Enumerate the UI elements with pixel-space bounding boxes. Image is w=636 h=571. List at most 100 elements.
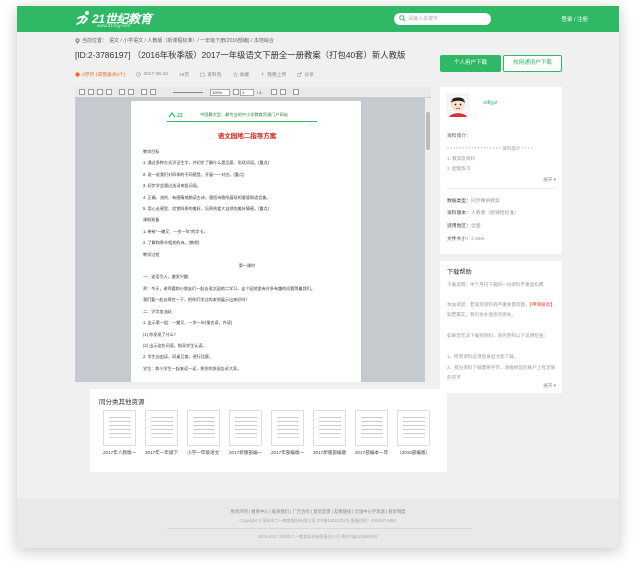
info-row: 文件大小：4.86M (447, 235, 484, 242)
related-item[interactable]: 小学一年级语文下册复习资料 (187, 410, 220, 456)
expand-intro-link[interactable]: 展开 ▾ (543, 177, 556, 183)
browser-frame: 21世纪教育 www.21cnjy.com 登录 / 注册 当前位置： 语文 /… (17, 6, 619, 548)
related-thumbnail[interactable] (313, 410, 346, 446)
intro-label: 资料简介： (447, 134, 471, 139)
related-resources: 同分类其他资源 2017年人教版一年级语文 2017年一年级下册语文知识点归纳 小学… (90, 389, 447, 472)
favorite-button[interactable]: 收藏 (232, 71, 250, 78)
favorite-label: 收藏 (239, 73, 250, 78)
school-download-button[interactable]: 校网通用户下载 (503, 55, 562, 72)
related-label[interactable]: 2017部编本一年级语文 (355, 449, 388, 456)
site-logo[interactable]: 21世纪教育 www.21cnjy.com (75, 9, 152, 29)
upload-button[interactable]: 我要上传 (260, 71, 286, 78)
related-thumbnail[interactable] (271, 410, 304, 446)
related-label[interactable]: 2017年一年级下册语文知识点归纳 (145, 449, 178, 456)
page-line: 2. 了解和季节相关的诗。(教师) (143, 240, 200, 246)
related-label[interactable]: 2017新版部编一年级下册 (229, 449, 262, 456)
page-line: 2. 说一说我们对四季的不同感受。开展一一对应。(重点) (143, 171, 245, 177)
related-list: 2017年人教版一年级语文 2017年一年级下册语文知识点归纳 小学一年级语文下册复… (103, 410, 430, 456)
zoom-level-field[interactable]: 100% (210, 89, 230, 96)
login-link[interactable]: 登录 (561, 17, 572, 23)
info-row: 数据类型：同步精讲教案 (447, 197, 500, 204)
expand-help-link[interactable]: 展开 ▾ (543, 383, 556, 389)
single-page-icon[interactable] (97, 89, 103, 95)
footer-links[interactable]: 免责声明 | 教育中心 | 联系我们 | 广告合作 | 意见反馈 | 友情链接 … (17, 509, 619, 515)
page-count: 19页 (179, 71, 189, 78)
viewer-canvas[interactable]: 21 中国最大型、最专业的中小学教育资源门户网站 语文园地二指导方案 教学目标 1… (75, 98, 431, 382)
page-line: 一、谈话引入，激发兴趣 (143, 274, 189, 280)
zoom-out-icon[interactable] (141, 89, 147, 95)
next-page-icon[interactable] (271, 89, 277, 95)
related-thumbnail[interactable] (229, 410, 262, 446)
prev-page-icon[interactable] (233, 89, 239, 95)
intro-line: 1. 教案及资料 (447, 156, 476, 161)
related-label[interactable]: 2017年人教版一年级语文 (103, 449, 136, 456)
breadcrumb-path[interactable]: 语文 / 小学语文 / 人教版（新课程标准）/ 一年级下册(2016部编) / … (109, 37, 274, 44)
search-icon[interactable] (399, 15, 406, 22)
page-line: (1) 你发现了什么？ (143, 331, 178, 337)
related-item[interactable]: 2017新版部编一年级下册 (229, 410, 262, 456)
document-meta: 0学币 (或普通点0个) 2017-06-22 19页 资料包 收藏 我要上传 (75, 71, 314, 78)
auth-separator: / (573, 17, 576, 23)
related-thumbnail[interactable] (355, 410, 388, 446)
last-page-icon[interactable] (280, 89, 286, 95)
page-org-text: 中国最大型、最专业的中小学教育资源门户网站 (200, 112, 288, 117)
upload-label: 我要上传 (267, 73, 287, 78)
upload-date: 2017-06-22 (136, 72, 168, 77)
related-label[interactable]: 2017年部编版一年级语文 (271, 449, 304, 456)
page-line: 教学目标 (143, 149, 160, 154)
search-input[interactable] (408, 14, 488, 24)
package-icon (200, 72, 205, 77)
page-body: 教学目标 1. 通过多种方式识记生字，并初步了解什么是品德、形状词语。(重点) 2.… (143, 146, 351, 374)
complaint-link[interactable]: 【申请投诉】 (530, 302, 553, 307)
share-button[interactable]: 分享 (297, 71, 314, 78)
related-item[interactable]: （2016部编版）2017 (397, 410, 430, 456)
zoom-slider[interactable] (173, 92, 203, 93)
location-pin-icon (75, 37, 80, 44)
related-item[interactable]: 2017部编本一年级语文 (355, 410, 388, 456)
info-label: 文件大小： (447, 237, 471, 242)
intro-line: 2. 配套练习 (447, 166, 471, 171)
personal-download-button[interactable]: 个人用户下载 (440, 55, 501, 72)
scrollbar-thumb[interactable] (426, 112, 430, 150)
uploader-name[interactable]: sdljyz (483, 100, 498, 106)
zoom-in-icon[interactable] (150, 89, 156, 95)
page-number-field[interactable]: 1 (240, 89, 254, 96)
related-thumbnail[interactable] (397, 410, 430, 446)
related-item[interactable]: 2017年一年级下册语文知识点归纳 (145, 410, 178, 456)
document-viewer: 100% 1 / 4 21 中国最大型、最专业的中小学教育资源门户网站 语文园地… (75, 87, 431, 382)
help-note-4: 1、所有资料必须登录后才能下载。 (447, 354, 519, 359)
page-line: 1. 带有“一撇又、一岁一年”的字卡。 (143, 228, 208, 234)
related-thumbnail[interactable] (145, 410, 178, 446)
intro-line: * * * * * * * * * * * * * * * * * * 资料简介… (447, 146, 533, 151)
document-page: 21 中国最大型、最专业的中小学教育资源门户网站 语文园地二指导方案 教学目标 1… (131, 101, 361, 382)
search-doc-icon[interactable] (293, 89, 299, 95)
clock-icon (136, 72, 142, 77)
runner-logo-icon (76, 11, 89, 25)
fullscreen-icon[interactable] (88, 89, 94, 95)
related-item[interactable]: 2017年人教版一年级语文 (103, 410, 136, 456)
related-thumbnail[interactable] (103, 410, 136, 446)
page-heading: 语文园地二指导方案 (217, 133, 277, 140)
footer-copyright: Copyright © 深圳市二一教育股份有限公司 ICP备12011001号 … (239, 518, 397, 523)
hand-tool-icon[interactable] (128, 89, 134, 95)
print-icon[interactable] (79, 89, 85, 95)
star-icon (232, 72, 238, 77)
two-page-icon[interactable] (106, 89, 112, 95)
breadcrumb-prefix: 当前位置： (82, 38, 108, 44)
avatar[interactable] (446, 93, 470, 117)
viewer-scrollbar[interactable] (425, 98, 431, 382)
info-row: 适用地区：全国 (447, 222, 481, 229)
related-item[interactable]: 2017新版部编版一年级下册 (313, 410, 346, 456)
related-label[interactable]: 小学一年级语文下册复习资料 (187, 449, 220, 456)
related-label[interactable]: 2017新版部编版一年级下册 (313, 449, 346, 456)
related-thumbnail[interactable] (187, 410, 220, 446)
select-tool-icon[interactable] (119, 89, 125, 95)
svg-text:21: 21 (176, 113, 183, 119)
search-box (394, 13, 491, 25)
page-divider (167, 121, 317, 122)
related-label[interactable]: （2016部编版）2017 (397, 449, 430, 456)
register-link[interactable]: 注册 (577, 17, 588, 23)
document-header: [ID:2-3786197] （2016年秋季版）2017一年级语文下册全一册教… (75, 49, 431, 83)
related-item[interactable]: 2017年部编版一年级语文 (271, 410, 304, 456)
footer-icp: 2006-2017 深圳市二一教育科技有限责任公司 粤ICP备11058694号 (257, 534, 379, 539)
